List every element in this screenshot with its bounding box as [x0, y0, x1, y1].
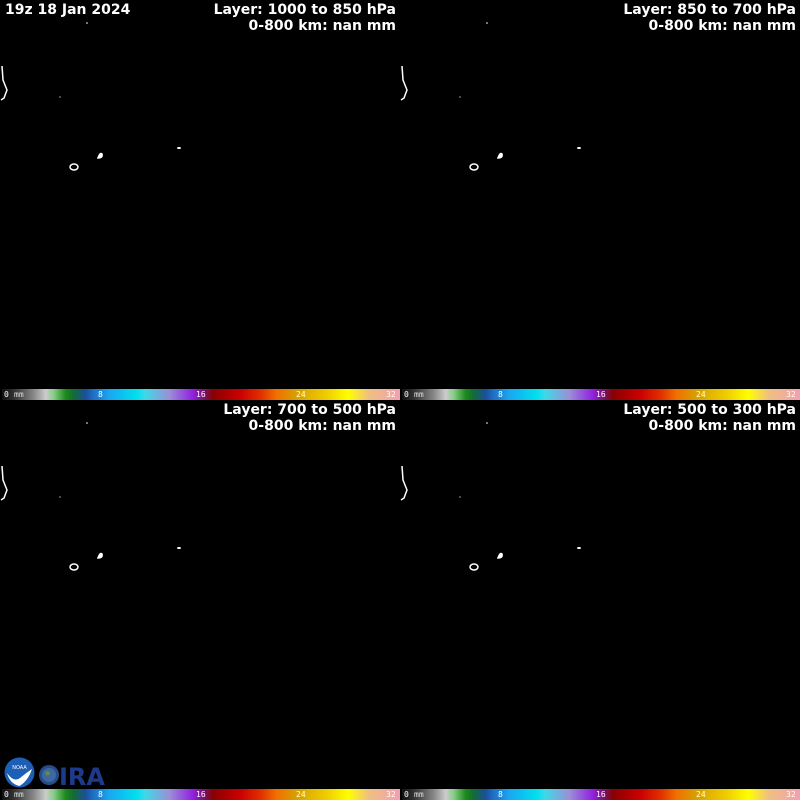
noaa-logo-icon: NOAA — [4, 757, 35, 788]
map-panel: Layer: 500 to 300 hPa 0-800 km: nan mm 08… — [400, 400, 800, 800]
colorbar-tick: 0 — [4, 390, 9, 399]
cira-logo-icon: IRA — [39, 763, 105, 787]
svg-text:IRA: IRA — [59, 763, 105, 787]
colorbar-tick: 8 — [98, 790, 103, 799]
colorbar-tick: 0 — [404, 790, 409, 799]
colorbar-tick: 32 — [386, 390, 396, 399]
svg-text:NOAA: NOAA — [12, 765, 27, 771]
map-panel: 19z 18 Jan 2024 Layer: 1000 to 850 hPa 0-8… — [0, 0, 400, 400]
coastline-map — [0, 22, 181, 171]
colorbar-tick: 16 — [196, 790, 206, 799]
map-panel: Layer: 700 to 500 hPa 0-800 km: nan mm 08… — [0, 400, 400, 800]
coastline-map — [400, 22, 581, 171]
colorbar-tick: 24 — [296, 790, 306, 799]
colorbar-tick: 8 — [98, 390, 103, 399]
colorbar-tick: 32 — [386, 790, 396, 799]
colorbar-tick: 0 — [404, 390, 409, 399]
coastline-map — [400, 422, 581, 571]
colorbar-tick: 8 — [498, 790, 503, 799]
colorbar-tick: 0 — [4, 790, 9, 799]
colorbar-tick: 24 — [696, 790, 706, 799]
colorbar-tick: 24 — [696, 390, 706, 399]
coastline-map — [0, 422, 181, 571]
colorbar-tick: 8 — [498, 390, 503, 399]
map-panel: Layer: 850 to 700 hPa 0-800 km: nan mm 08… — [400, 0, 800, 400]
colorbar-tick: 16 — [196, 390, 206, 399]
colorbar-unit: mm — [14, 790, 24, 799]
colorbar-unit: mm — [414, 790, 424, 799]
colorbar-tick: 32 — [786, 390, 796, 399]
colorbar-tick: 32 — [786, 790, 796, 799]
colorbar-tick: 24 — [296, 390, 306, 399]
colorbar-unit: mm — [414, 390, 424, 399]
logos: NOAA IRA — [4, 757, 109, 788]
colorbar-unit: mm — [14, 390, 24, 399]
colorbar-tick: 16 — [596, 390, 606, 399]
colorbar-tick: 16 — [596, 790, 606, 799]
